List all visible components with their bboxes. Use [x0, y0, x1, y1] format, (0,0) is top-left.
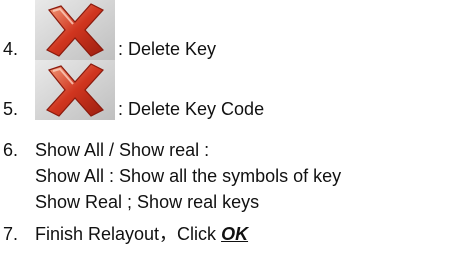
delete-x-icon: [35, 0, 115, 60]
item-number: 5.: [3, 99, 19, 119]
item-label: : Delete Key: [118, 39, 217, 59]
item-label: Finish Relayout，Click: [35, 224, 222, 244]
item-number: 4.: [3, 39, 19, 59]
item-label: Show All / Show real :: [35, 140, 210, 160]
item-label-wrap: Finish Relayout，Click OK: [35, 223, 248, 245]
item-label: : Delete Key Code: [118, 99, 265, 119]
item-sub-line: Show Real ; Show real keys: [35, 192, 260, 212]
item-sub-line: Show All : Show all the symbols of key: [35, 166, 342, 186]
ok-emphasis: OK: [221, 224, 249, 244]
delete-x-icon: [35, 60, 115, 120]
item-number: 6.: [3, 140, 19, 160]
item-number: 7.: [3, 224, 19, 244]
